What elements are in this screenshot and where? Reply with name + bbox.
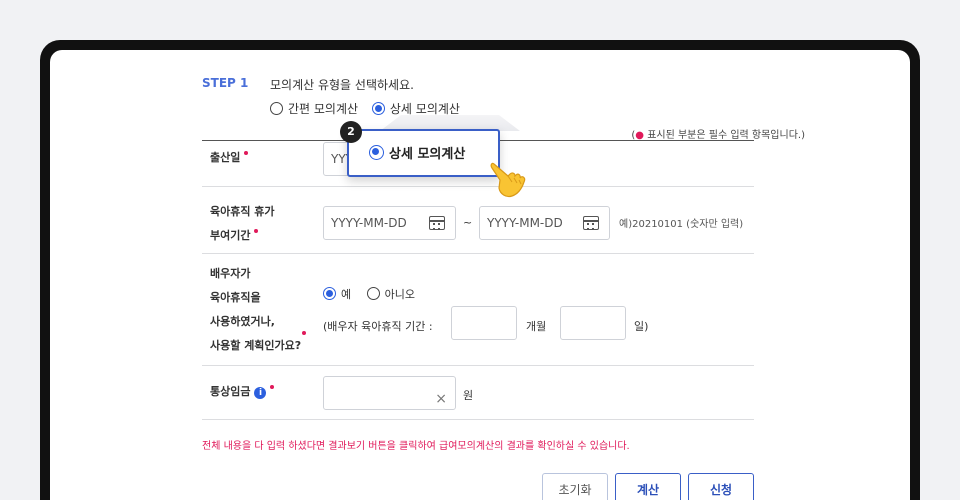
- spouse-months-input[interactable]: [451, 306, 517, 340]
- required-marker: [302, 331, 306, 335]
- date-separator: ~: [463, 216, 473, 229]
- step-instruction: 모의계산 유형을 선택하세요.: [270, 78, 414, 92]
- radio-no[interactable]: [366, 287, 380, 300]
- required-marker: [244, 151, 249, 155]
- pointing-hand-icon: [490, 162, 526, 198]
- days-unit: 일): [634, 320, 649, 333]
- clear-icon[interactable]: ×: [435, 383, 447, 415]
- ordinary-wage-label: 통상임금 i: [210, 380, 275, 404]
- calendar-icon[interactable]: [429, 216, 445, 230]
- row-divider: [202, 419, 754, 420]
- required-marker: [254, 229, 259, 233]
- step-badge: 2: [340, 121, 362, 143]
- required-marker: [270, 385, 275, 389]
- required-note: (● 표시된 부분은 필수 입력 항목입니다.): [631, 130, 805, 141]
- option-detailed-calc[interactable]: 상세 모의계산: [371, 102, 460, 116]
- step-label: STEP 1: [202, 76, 249, 90]
- wage-unit: 원: [463, 389, 474, 402]
- option-simple-calc[interactable]: 간편 모의계산: [270, 102, 358, 116]
- ordinary-wage-input[interactable]: ×: [323, 376, 456, 410]
- leave-start-input[interactable]: YYYY-MM-DD: [323, 206, 456, 240]
- months-unit: 개월: [526, 320, 547, 333]
- radio-yes[interactable]: [323, 287, 336, 300]
- row-divider: [202, 365, 754, 366]
- spouse-period-label: (배우자 육아휴직 기간 :: [323, 320, 433, 333]
- spouse-days-input[interactable]: [560, 306, 626, 340]
- reset-button[interactable]: 초기화: [542, 473, 608, 500]
- calculate-button[interactable]: 계산: [615, 473, 681, 500]
- leave-end-input[interactable]: YYYY-MM-DD: [479, 206, 610, 240]
- radio-simple[interactable]: [270, 102, 283, 115]
- row-divider: [202, 186, 754, 187]
- radio-detailed-callout[interactable]: [369, 145, 384, 160]
- option-no[interactable]: 아니오: [366, 287, 415, 301]
- apply-button[interactable]: 신청: [688, 473, 754, 500]
- spouse-leave-options: 예 아니오: [323, 286, 415, 302]
- spouse-leave-label: 배우자가 육아휴직을 사용하였거나, 사용할 계획인가요?: [210, 267, 302, 352]
- device-frame: STEP 1 모의계산 유형을 선택하세요. 간편 모의계산 상세 모의계산 (…: [40, 40, 920, 500]
- leave-period-label: 육아휴직 휴가 부여기간: [210, 205, 275, 242]
- form-screen: STEP 1 모의계산 유형을 선택하세요. 간편 모의계산 상세 모의계산 (…: [50, 50, 910, 500]
- calendar-icon[interactable]: [583, 216, 599, 230]
- option-yes[interactable]: 예: [323, 287, 351, 301]
- birth-date-label: 출산일: [210, 146, 249, 170]
- info-icon[interactable]: i: [254, 387, 267, 399]
- date-hint: 예)20210101 (숫자만 입력): [619, 219, 744, 230]
- row-divider: [202, 253, 754, 254]
- calc-type-options: 간편 모의계산 상세 모의계산: [270, 100, 470, 117]
- radio-detailed[interactable]: [371, 102, 385, 115]
- detailed-calc-callout[interactable]: 상세 모의계산: [347, 129, 500, 177]
- warning-text: 전체 내용을 다 입력 하셨다면 결과보기 버튼을 클릭하여 급여모의계산의 결…: [202, 441, 630, 452]
